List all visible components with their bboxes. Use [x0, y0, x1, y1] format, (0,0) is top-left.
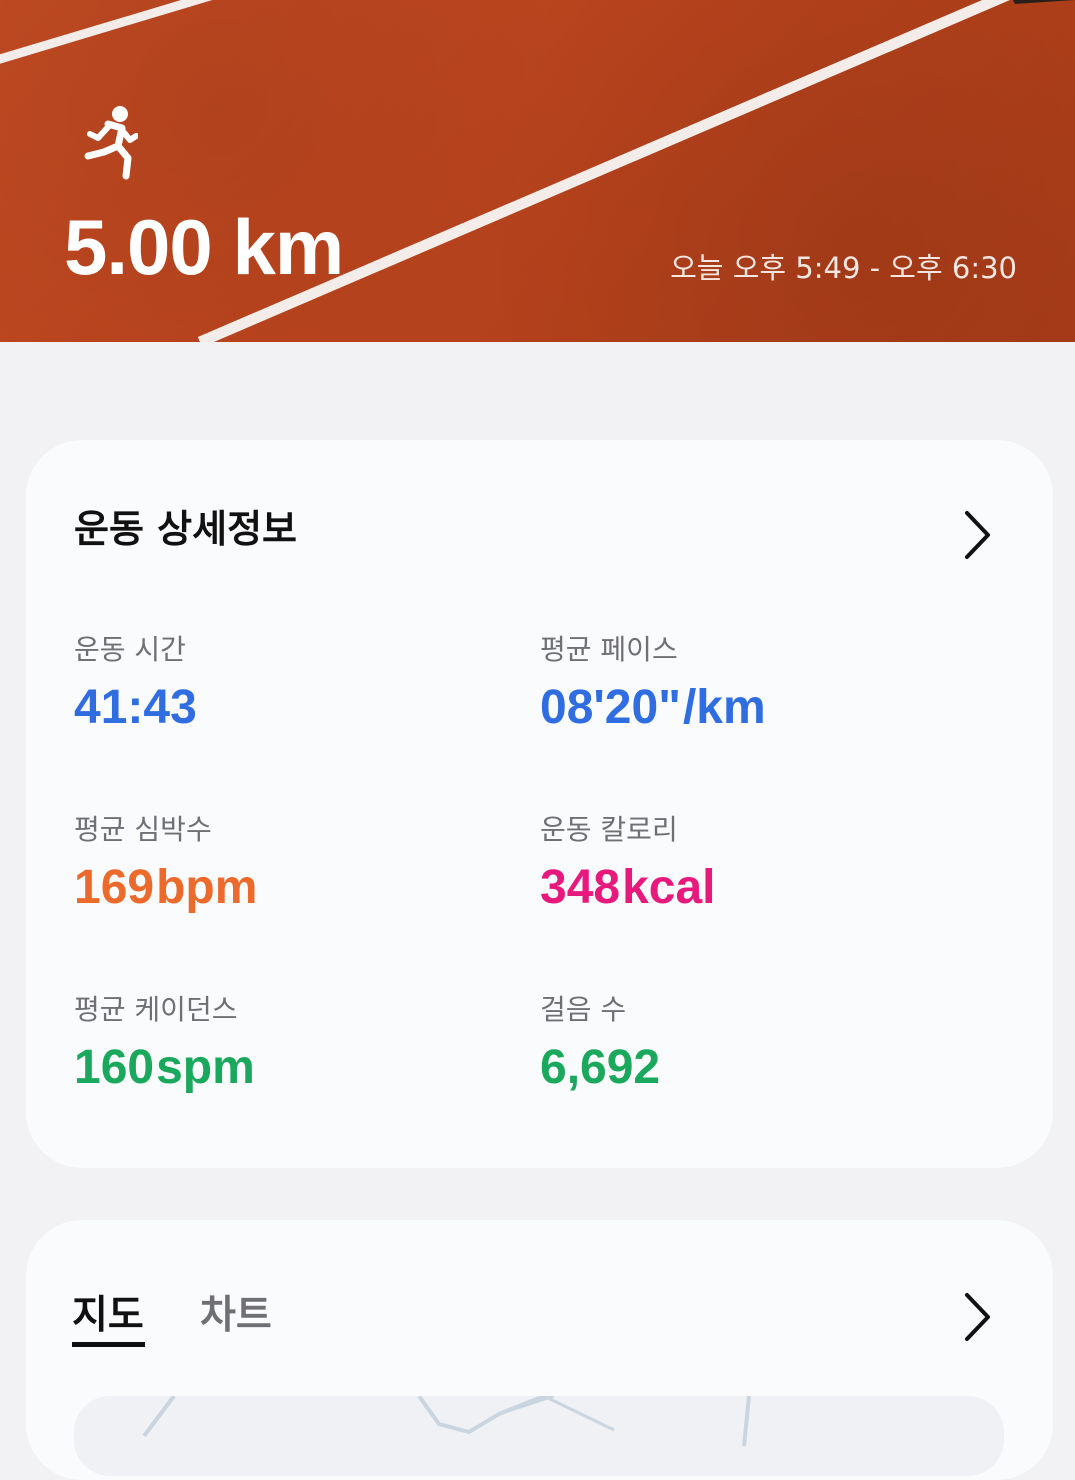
- stat-value-workout-time: 41:43: [74, 681, 197, 734]
- stat-label-average-cadence: 평균 케이던스: [74, 993, 238, 1026]
- tab-chart[interactable]: 차트: [200, 1296, 272, 1335]
- stat-value-average-cadence: 160spm: [74, 1041, 255, 1094]
- stat-label-steps: 걸음 수: [540, 993, 627, 1026]
- stat-value-average-heart-rate: 169bpm: [74, 861, 258, 914]
- stat-label-average-heart-rate: 평균 심박수: [74, 813, 212, 846]
- tab-map[interactable]: 지도: [72, 1296, 144, 1335]
- chevron-right-icon[interactable]: [962, 1292, 992, 1342]
- stat-label-calories: 운동 칼로리: [540, 813, 678, 846]
- map-roads: [142, 1396, 751, 1447]
- stat-label-workout-time: 운동 시간: [74, 633, 186, 666]
- stat-value-average-pace: 08'20"/km: [540, 681, 766, 734]
- workout-details-title: 운동 상세정보: [74, 507, 297, 551]
- stat-value-calories: 348kcal: [540, 861, 716, 914]
- stat-value-steps: 6,692: [540, 1041, 661, 1094]
- chevron-right-icon[interactable]: [962, 510, 992, 560]
- total-distance: 5.00 km: [64, 203, 344, 291]
- tab-map-selected-indicator: [72, 1342, 145, 1347]
- route-map-preview[interactable]: [74, 1396, 1004, 1476]
- workout-time-range: 오늘 오후 5:49 - 오후 6:30: [670, 251, 1017, 285]
- stat-label-average-pace: 평균 페이스: [540, 633, 678, 666]
- workout-header-banner: 5.00 km 오늘 오후 5:49 - 오후 6:30: [0, 0, 1075, 342]
- running-person-icon: [84, 106, 138, 180]
